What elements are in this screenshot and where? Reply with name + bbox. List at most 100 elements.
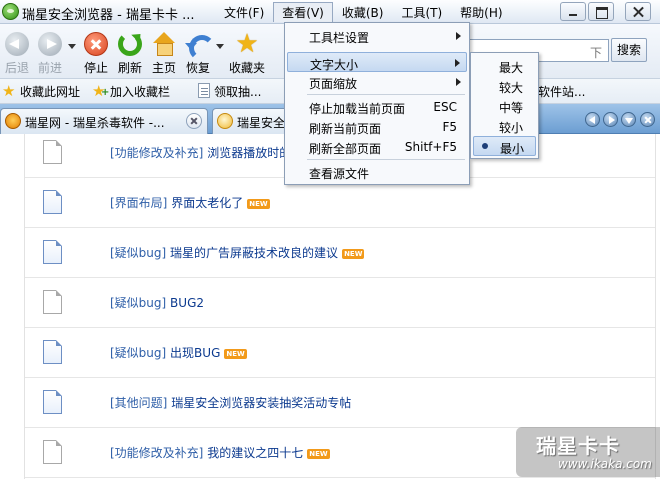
tab-ikaka[interactable]: 瑞星安全 <box>212 108 292 134</box>
post-title-link[interactable]: [疑似bug] 瑞星的广告屏蔽技术改良的建议 NEW <box>110 244 365 261</box>
favorites-label: 收藏夹 <box>228 61 265 75</box>
document-icon <box>43 340 62 364</box>
refresh-button[interactable]: 刷新 <box>115 28 145 76</box>
menu-help[interactable]: 帮助(H) <box>451 2 511 22</box>
restore-dropdown-icon[interactable] <box>216 44 224 49</box>
view-menu-text-size[interactable]: 文字大小 <box>287 52 467 72</box>
tab-list-dropdown-icon[interactable] <box>621 112 636 127</box>
text-size-larger[interactable]: 较大 <box>473 76 536 96</box>
add-bookmark-link[interactable]: ★ 收藏此网址 <box>2 83 80 100</box>
view-menu-view-source[interactable]: 查看源文件 <box>287 162 467 182</box>
menu-file[interactable]: 文件(F) <box>215 2 273 22</box>
post-title-link[interactable]: [界面布局] 界面太老化了 NEW <box>110 194 270 211</box>
post-category[interactable]: [疑似bug] <box>110 346 166 360</box>
post-category[interactable]: [界面布局] <box>110 196 167 210</box>
radio-selected-icon <box>482 143 488 149</box>
refresh-label: 刷新 <box>117 61 142 75</box>
tab-close-all-icon[interactable] <box>640 112 655 127</box>
star-icon: ★ <box>2 82 16 100</box>
forward-label: 前进 <box>37 61 62 75</box>
new-badge: NEW <box>224 349 247 359</box>
post-title-text: 瑞星的广告屏蔽技术改良的建议 <box>170 246 339 260</box>
post-title-text: 出现BUG <box>170 346 221 360</box>
restore-button[interactable]: 恢复 <box>183 28 215 76</box>
tab-rising[interactable]: 瑞星网 - 瑞星杀毒软件 -... <box>0 108 208 134</box>
post-title-text: 瑞星安全浏览器安装抽奖活动专帖 <box>171 396 352 410</box>
post-title-link[interactable]: [疑似bug] 出现BUG NEW <box>110 344 247 361</box>
document-icon <box>43 140 62 164</box>
fav-link-software-label: 软件站... <box>538 85 586 99</box>
menu-item-label: 刷新全部页面 <box>309 142 382 156</box>
menu-tools[interactable]: 工具(T) <box>392 2 451 22</box>
forward-arrow-icon <box>38 32 62 56</box>
text-size-largest[interactable]: 最大 <box>473 56 536 76</box>
post-category[interactable]: [其他问题] <box>110 396 167 410</box>
watermark-url: www.ikaka.com <box>558 457 652 471</box>
favorites-button[interactable]: ★ 收藏夹 <box>226 28 268 76</box>
back-button[interactable]: 后退 <box>2 28 32 76</box>
post-category[interactable]: [疑似bug] <box>110 246 166 260</box>
post-row: [疑似bug] 瑞星的广告屏蔽技术改良的建议 NEW <box>25 228 655 278</box>
add-bookmark-label: 收藏此网址 <box>20 85 81 99</box>
post-title-link[interactable]: [疑似bug] BUG2 <box>110 294 204 311</box>
menu-view[interactable]: 查看(V) <box>273 2 333 22</box>
text-size-medium[interactable]: 中等 <box>473 96 536 116</box>
tab-rising-title: 瑞星网 - 瑞星杀毒软件 -... <box>25 116 165 130</box>
tab-scroll-left-icon[interactable] <box>585 112 600 127</box>
menu-item-label: 工具栏设置 <box>309 31 370 45</box>
submenu-item-label: 最小 <box>500 142 525 156</box>
menu-item-label: 页面缩放 <box>309 77 358 91</box>
post-row: [疑似bug] 出现BUG NEW <box>25 328 655 378</box>
forward-dropdown-icon[interactable] <box>68 44 76 49</box>
search-button[interactable]: 搜索 <box>611 38 647 62</box>
view-menu-toolbar-settings[interactable]: 工具栏设置 <box>287 26 467 46</box>
add-to-favbar-link[interactable]: ★ 加入收藏栏 <box>92 83 170 100</box>
view-menu-refresh-all[interactable]: 刷新全部页面 Shitf+F5 <box>287 137 467 157</box>
restore-label: 恢复 <box>185 61 210 75</box>
minimize-button[interactable] <box>560 2 586 21</box>
restore-icon <box>185 32 215 61</box>
post-category[interactable]: [疑似bug] <box>110 296 166 310</box>
submenu-item-label: 较小 <box>499 121 524 135</box>
app-logo-icon <box>2 3 19 20</box>
tab-scroll-right-icon[interactable] <box>603 112 618 127</box>
document-icon <box>43 390 62 414</box>
menu-bar: 文件(F) 查看(V) 收藏(B) 工具(T) 帮助(H) <box>215 2 512 22</box>
menu-item-label: 查看源文件 <box>309 167 370 181</box>
menu-item-label: 刷新当前页面 <box>309 122 382 136</box>
text-size-smaller[interactable]: 较小 <box>473 116 536 136</box>
submenu-arrow-icon <box>456 78 461 86</box>
document-icon <box>43 190 62 214</box>
forward-button[interactable]: 前进 <box>34 28 66 76</box>
menu-item-label: 停止加载当前页面 <box>309 102 406 116</box>
view-menu-stop-loading[interactable]: 停止加载当前页面 ESC <box>287 97 467 117</box>
fav-link-claim-label: 领取抽... <box>214 85 262 99</box>
post-title-text: 界面太老化了 <box>171 196 244 210</box>
fav-link-claim[interactable]: 领取抽... <box>196 83 261 100</box>
tab-close-icon[interactable] <box>186 113 202 129</box>
submenu-item-label: 较大 <box>499 81 524 95</box>
stop-button[interactable]: 停止 <box>81 28 111 76</box>
view-menu-page-zoom[interactable]: 页面缩放 <box>287 72 467 92</box>
back-arrow-icon <box>5 32 29 56</box>
back-label: 后退 <box>4 61 29 75</box>
view-menu-refresh-page[interactable]: 刷新当前页面 F5 <box>287 117 467 137</box>
window-title: 瑞星安全浏览器 - 瑞星卡卡 ... <box>22 8 195 23</box>
home-button[interactable]: 主页 <box>149 28 179 76</box>
home-label: 主页 <box>151 61 176 75</box>
close-window-button[interactable] <box>625 2 651 21</box>
menu-favorites[interactable]: 收藏(B) <box>333 2 393 22</box>
post-title-link[interactable]: [其他问题] 瑞星安全浏览器安装抽奖活动专帖 <box>110 394 351 411</box>
post-title-link[interactable]: [功能修改及补充] 我的建议之四十七 NEW <box>110 444 330 461</box>
menu-item-shortcut: ESC <box>433 100 457 114</box>
menu-separator <box>307 94 465 95</box>
text-size-smallest[interactable]: 最小 <box>473 136 536 156</box>
stop-icon <box>84 32 108 56</box>
kaka-logo-icon <box>217 113 233 129</box>
post-category[interactable]: [功能修改及补充] <box>110 446 203 460</box>
post-title-text: BUG2 <box>170 296 204 310</box>
menu-item-shortcut: Shitf+F5 <box>404 140 457 154</box>
maximize-button[interactable] <box>588 2 614 21</box>
add-to-favbar-label: 加入收藏栏 <box>110 85 171 99</box>
post-category[interactable]: [功能修改及补充] <box>110 146 203 160</box>
